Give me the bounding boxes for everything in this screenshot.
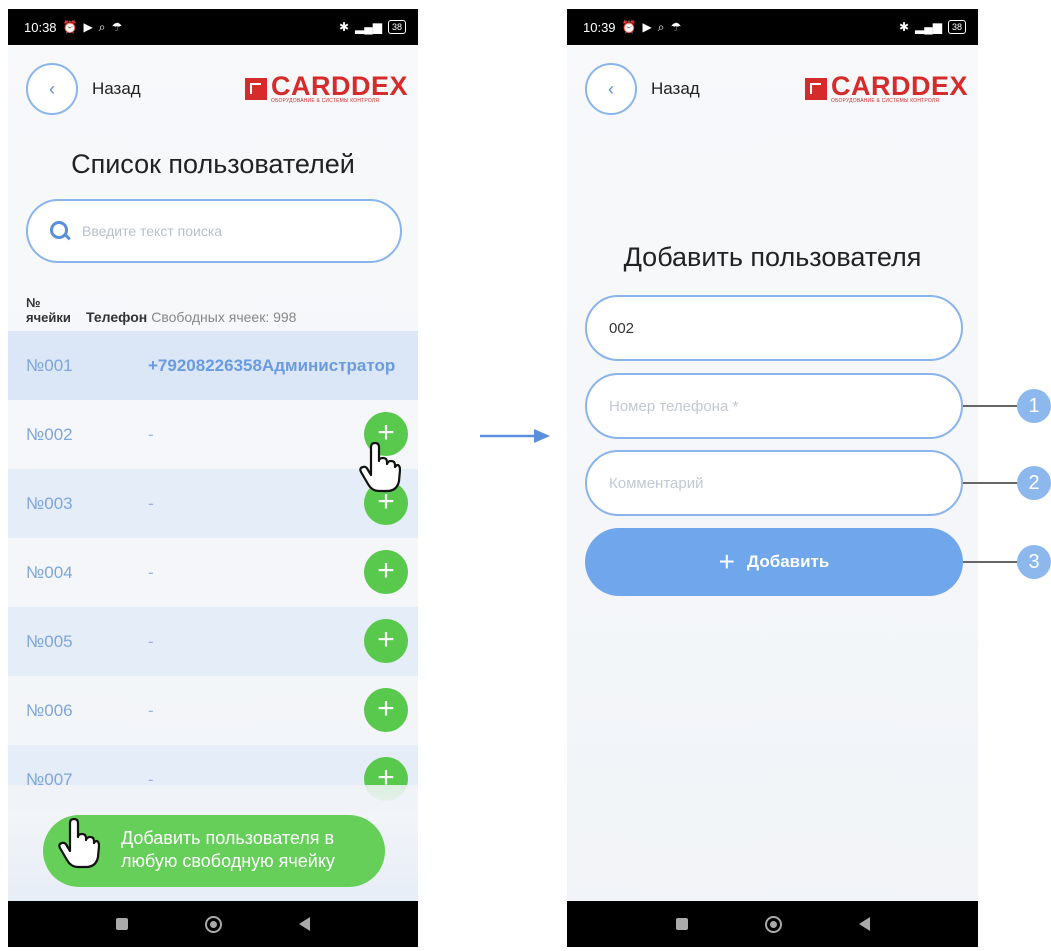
user-table: №001 +79208226358Администратор №002 - + … xyxy=(8,331,418,814)
system-nav-bar xyxy=(8,901,418,947)
cell-phone: - xyxy=(148,424,154,444)
battery-icon: 38 xyxy=(387,20,406,34)
cell-number: №005 xyxy=(26,631,73,651)
status-bar: 10:39 ⏰ ▶ ⌕ ☂ ✱ ▂▄▆ 38 xyxy=(567,9,978,45)
back-label[interactable]: Назад xyxy=(92,79,141,99)
alarm-icon: ⏰ xyxy=(621,20,637,34)
add-user-screen: 10:39 ⏰ ▶ ⌕ ☂ ✱ ▂▄▆ 38 ‹ Назад CARDDEX О… xyxy=(567,9,978,947)
callout-badge: 2 xyxy=(1017,466,1051,500)
search-input[interactable] xyxy=(82,223,382,239)
table-header: № ячейки Телефон Свободных ячеек: 998 xyxy=(26,281,412,325)
back-nav-icon[interactable] xyxy=(298,917,310,931)
cell-number: №006 xyxy=(26,700,73,720)
status-bar: 10:38 ⏰ ▶ ⌕ ☂ ✱ ▂▄▆ 38 xyxy=(8,9,418,45)
plus-icon: + xyxy=(377,554,395,587)
video-icon: ▶ xyxy=(642,20,652,34)
callout-line xyxy=(963,561,1023,563)
status-time: 10:38 xyxy=(24,19,57,35)
callout-badge: 1 xyxy=(1017,389,1051,423)
system-nav-bar xyxy=(567,901,978,947)
page-title: Список пользователей xyxy=(71,149,355,179)
callout-line xyxy=(963,405,1023,407)
cell-phone: +79208226358Администратор xyxy=(148,355,396,375)
hand-pointer-icon xyxy=(357,441,402,493)
column-phone: Телефон xyxy=(86,309,148,325)
arrow-right-icon xyxy=(480,429,550,443)
bluetooth-icon: ✱ xyxy=(898,20,910,34)
recents-icon[interactable] xyxy=(116,918,129,930)
carddex-logo: CARDDEX ОБОРУДОВАНИЕ & СИСТЕМЫ КОНТРОЛЯ xyxy=(804,70,968,105)
cell-number-input[interactable] xyxy=(609,319,939,337)
callout-badge: 3 xyxy=(1017,545,1051,579)
hand-pointer-icon xyxy=(56,817,101,869)
submit-add-button[interactable]: + Добавить xyxy=(585,528,963,596)
back-nav-icon[interactable] xyxy=(858,917,870,931)
logo-tagline: ОБОРУДОВАНИЕ & СИСТЕМЫ КОНТРОЛЯ xyxy=(830,97,940,104)
video-icon: ▶ xyxy=(83,20,93,34)
back-label[interactable]: Назад xyxy=(651,79,700,99)
plus-icon: + xyxy=(377,623,395,656)
back-button[interactable]: ‹ xyxy=(26,63,78,115)
cell-number: №002 xyxy=(26,424,73,444)
add-user-button[interactable]: + xyxy=(364,688,408,732)
cell-phone: - xyxy=(148,493,154,513)
callout-line xyxy=(963,482,1023,484)
home-icon[interactable] xyxy=(764,915,782,933)
logo-mark-icon xyxy=(804,78,827,100)
user-list-screen: 10:38 ⏰ ▶ ⌕ ☂ ✱ ▂▄▆ 38 ‹ Назад CARDDEX О… xyxy=(8,9,418,947)
cell-phone: - xyxy=(148,700,154,720)
free-cells-count: Свободных ячеек: 998 xyxy=(151,309,297,325)
bluetooth-icon: ✱ xyxy=(338,20,350,34)
logo-tagline: ОБОРУДОВАНИЕ & СИСТЕМЫ КОНТРОЛЯ xyxy=(270,97,380,104)
back-chevron-icon: ‹ xyxy=(49,78,55,99)
phone-input[interactable] xyxy=(609,397,939,415)
recents-icon[interactable] xyxy=(675,918,688,930)
add-user-button[interactable]: + xyxy=(364,619,408,663)
alarm-icon: ⏰ xyxy=(62,20,78,34)
header: ‹ Назад CARDDEX ОБОРУДОВАНИЕ & СИСТЕМЫ К… xyxy=(585,59,968,119)
back-button[interactable]: ‹ xyxy=(585,63,637,115)
submit-label: Добавить xyxy=(747,552,830,571)
umbrella-icon: ☂ xyxy=(111,20,123,34)
cell-phone: - xyxy=(148,562,154,582)
cell-number-field[interactable] xyxy=(585,295,963,361)
signal-icon: ▂▄▆ xyxy=(355,20,382,34)
cell-number: №001 xyxy=(26,355,73,375)
status-time: 10:39 xyxy=(583,19,616,35)
umbrella-icon: ☂ xyxy=(670,20,682,34)
column-cell-number: № ячейки xyxy=(26,295,71,325)
logo-word: CARDDEX xyxy=(830,70,968,101)
table-row[interactable]: №005 - + xyxy=(8,607,418,676)
back-chevron-icon: ‹ xyxy=(608,78,614,99)
plus-icon: + xyxy=(377,692,395,725)
signal-icon: ▂▄▆ xyxy=(915,20,942,34)
table-row[interactable]: №001 +79208226358Администратор xyxy=(8,331,418,400)
add-user-button[interactable]: + xyxy=(364,550,408,594)
search-status-icon: ⌕ xyxy=(98,20,106,34)
cell-number: №004 xyxy=(26,562,73,582)
battery-icon: 38 xyxy=(947,20,966,34)
search-status-icon: ⌕ xyxy=(657,20,665,34)
header: ‹ Назад CARDDEX ОБОРУДОВАНИЕ & СИСТЕМЫ К… xyxy=(26,59,408,119)
home-icon[interactable] xyxy=(204,915,222,933)
phone-field[interactable] xyxy=(585,373,963,439)
cell-phone: - xyxy=(148,631,154,651)
carddex-logo: CARDDEX ОБОРУДОВАНИЕ & СИСТЕМЫ КОНТРОЛЯ xyxy=(244,70,408,105)
table-row[interactable]: №004 - + xyxy=(8,538,418,607)
search-icon xyxy=(50,221,70,241)
search-box[interactable] xyxy=(26,199,402,263)
plus-icon: + xyxy=(718,546,735,577)
comment-field[interactable] xyxy=(585,450,963,516)
page-title: Добавить пользователя xyxy=(623,242,922,272)
logo-mark-icon xyxy=(244,78,267,100)
table-row[interactable]: №006 - + xyxy=(8,676,418,745)
comment-input[interactable] xyxy=(609,474,939,492)
logo-word: CARDDEX xyxy=(270,70,408,101)
cell-number: №003 xyxy=(26,493,73,513)
